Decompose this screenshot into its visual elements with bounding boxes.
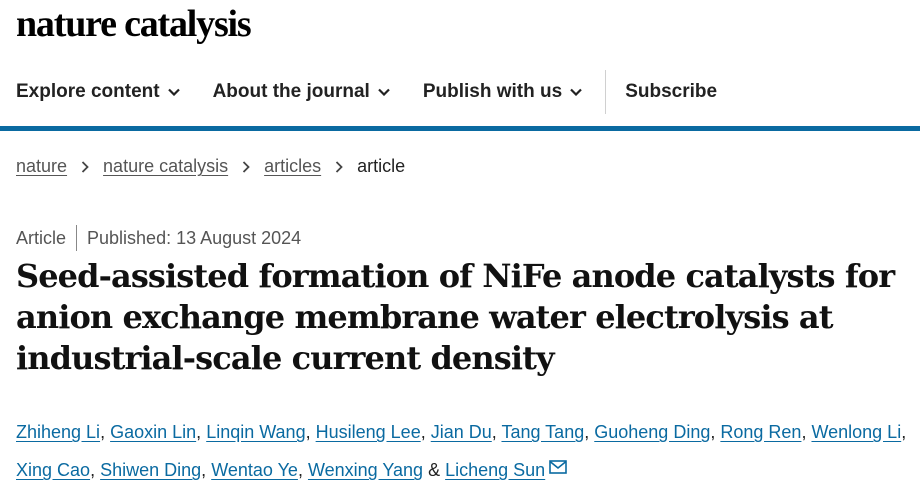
breadcrumb-nature-catalysis[interactable]: nature catalysis: [103, 156, 228, 177]
author-list: Zhiheng Li, Gaoxin Lin, Linqin Wang, Hus…: [16, 413, 914, 489]
chevron-right-icon: [242, 160, 250, 173]
author-separator-and: &: [428, 460, 441, 480]
author-separator: ,: [801, 422, 807, 442]
corresponding-author-link[interactable]: Licheng Sun: [445, 460, 545, 480]
author-link[interactable]: Rong Ren: [720, 422, 801, 442]
nav-about-journal[interactable]: About the journal: [213, 81, 390, 103]
author-link[interactable]: Husileng Lee: [316, 422, 421, 442]
header-accent-bar: [0, 126, 920, 131]
author-separator: ,: [901, 422, 907, 442]
nav-subscribe-label: Subscribe: [625, 81, 718, 102]
author-link[interactable]: Jian Du: [431, 422, 492, 442]
nav-explore-content[interactable]: Explore content: [16, 81, 180, 103]
breadcrumb-nature[interactable]: nature: [16, 156, 67, 177]
author-link[interactable]: Xing Cao: [16, 460, 90, 480]
author-separator: ,: [100, 422, 106, 442]
author-separator: ,: [201, 460, 207, 480]
author-link[interactable]: Zhiheng Li: [16, 422, 100, 442]
article-title: Seed-assisted formation of NiFe anode ca…: [16, 257, 895, 377]
nav-subscribe[interactable]: Subscribe: [625, 81, 717, 103]
nav-publish-label: Publish with us: [422, 81, 563, 102]
chevron-down-icon: [570, 88, 582, 96]
author-separator: ,: [305, 422, 311, 442]
article-meta: Article Published: 13 August 2024: [16, 225, 301, 251]
chevron-down-icon: [378, 88, 390, 96]
author-separator: ,: [90, 460, 96, 480]
meta-divider: [76, 225, 78, 251]
chevron-right-icon: [81, 160, 89, 173]
breadcrumb-articles[interactable]: articles: [264, 156, 321, 177]
chevron-right-icon: [335, 160, 343, 173]
nav-divider: [605, 70, 607, 114]
author-link[interactable]: Tang Tang: [501, 422, 584, 442]
author-link[interactable]: Wentao Ye: [211, 460, 298, 480]
author-link[interactable]: Gaoxin Lin: [110, 422, 196, 442]
nav-publish-with-us[interactable]: Publish with us: [423, 81, 582, 103]
mail-icon[interactable]: [549, 460, 568, 474]
publish-date: Published: 13 August 2024: [87, 227, 302, 248]
author-separator: ,: [420, 422, 426, 442]
author-link[interactable]: Linqin Wang: [206, 422, 305, 442]
breadcrumb-current: article: [357, 156, 406, 176]
author-link[interactable]: Shiwen Ding: [100, 460, 201, 480]
site-logo[interactable]: nature catalysis: [16, 2, 252, 46]
chevron-down-icon: [167, 88, 180, 96]
article-type: Article: [16, 227, 67, 248]
main-nav: Explore content About the journal Publis…: [0, 58, 920, 126]
author-separator: ,: [710, 422, 716, 442]
author-separator: ,: [491, 422, 497, 442]
author-separator: ,: [584, 422, 590, 442]
author-link[interactable]: Guoheng Ding: [594, 422, 710, 442]
nav-explore-label: Explore content: [16, 81, 160, 102]
nav-about-label: About the journal: [212, 81, 370, 102]
author-separator: ,: [297, 460, 303, 480]
author-separator: ,: [196, 422, 202, 442]
author-link[interactable]: Wenxing Yang: [308, 460, 423, 480]
breadcrumb: nature nature catalysis articles article: [16, 156, 405, 177]
author-link[interactable]: Wenlong Li: [811, 422, 901, 442]
